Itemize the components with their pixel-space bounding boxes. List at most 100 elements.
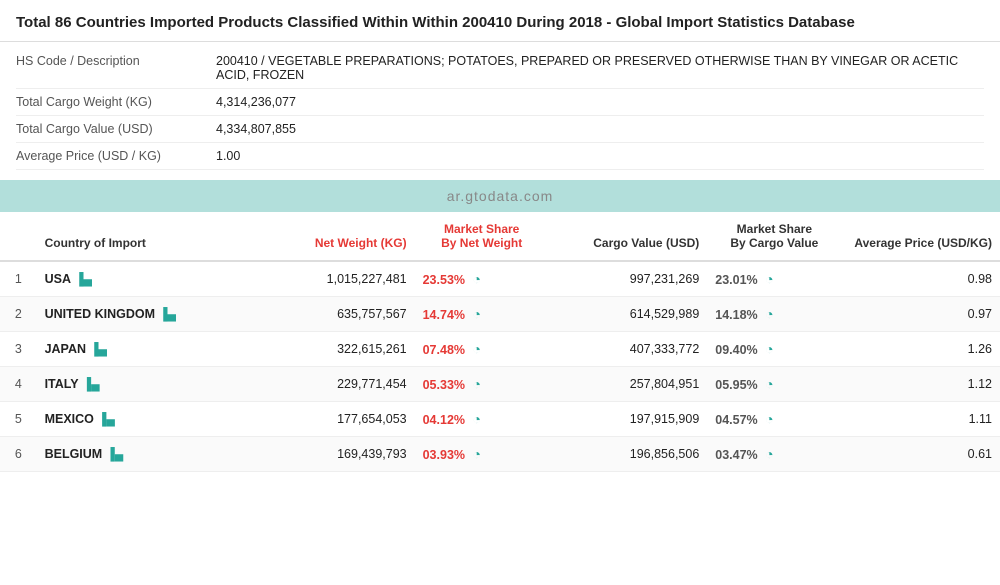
pie-chart-icon[interactable]: ◔ [473, 446, 481, 462]
market-share-weight-value: 14.74% [423, 308, 465, 322]
header-section: Total 86 Countries Imported Products Cla… [0, 0, 1000, 42]
bar-chart-icon[interactable]: ▐▄ [159, 307, 176, 321]
row-rank: 5 [0, 402, 37, 437]
net-weight-value: 177,654,053 [244, 402, 415, 437]
row-rank: 1 [0, 261, 37, 297]
title-prefix: Total 86 Countries Imported Products Cla… [16, 14, 602, 31]
pie-chart-icon-2[interactable]: ◔ [765, 341, 773, 357]
country-name: JAPAN [45, 342, 86, 356]
market-share-weight-value: 04.12% [423, 413, 465, 427]
pie-chart-icon-2[interactable]: ◔ [765, 376, 773, 392]
info-section: HS Code / Description 200410 / VEGETABLE… [0, 42, 1000, 180]
bar-chart-icon[interactable]: ▐▄ [83, 377, 100, 391]
avg-price-value: 0.61 [841, 437, 1000, 472]
net-weight-value: 229,771,454 [244, 367, 415, 402]
net-weight-value: 169,439,793 [244, 437, 415, 472]
market-share-value-value: 09.40% [715, 343, 757, 357]
row-rank: 6 [0, 437, 37, 472]
market-share-value-cell: 05.95% ◔ [707, 367, 841, 402]
country-name: BELGIUM [45, 447, 103, 461]
weight-row: Total Cargo Weight (KG) 4,314,236,077 [16, 89, 984, 116]
market-share-value-cell: 03.47% ◔ [707, 437, 841, 472]
pie-chart-icon-2[interactable]: ◔ [765, 306, 773, 322]
cargo-value-value: 197,915,909 [549, 402, 708, 437]
page-title: Total 86 Countries Imported Products Cla… [16, 12, 984, 33]
table-row: 4 ITALY ▐▄ 229,771,454 05.33% ◔ 257,804,… [0, 367, 1000, 402]
country-name: MEXICO [45, 412, 94, 426]
row-country: BELGIUM ▐▄ [37, 437, 244, 472]
pie-chart-icon-2[interactable]: ◔ [765, 446, 773, 462]
cargo-value-value: 614,529,989 [549, 297, 708, 332]
value-value: 4,334,807,855 [216, 122, 296, 136]
row-rank: 2 [0, 297, 37, 332]
table-row: 6 BELGIUM ▐▄ 169,439,793 03.93% ◔ 196,85… [0, 437, 1000, 472]
market-share-value-cell: 04.57% ◔ [707, 402, 841, 437]
market-share-value-value: 04.57% [715, 413, 757, 427]
avg-price-value: 1.00 [216, 149, 240, 163]
market-share-value-value: 14.18% [715, 308, 757, 322]
table-row: 2 UNITED KINGDOM ▐▄ 635,757,567 14.74% ◔… [0, 297, 1000, 332]
bar-chart-icon[interactable]: ▐▄ [90, 342, 107, 356]
pie-chart-icon[interactable]: ◔ [473, 341, 481, 357]
market-share-weight-cell: 07.48% ◔ [415, 332, 549, 367]
cargo-value-value: 997,231,269 [549, 261, 708, 297]
net-weight-value: 322,615,261 [244, 332, 415, 367]
row-rank: 4 [0, 367, 37, 402]
data-table-container: Country of Import Net Weight (KG) Market… [0, 212, 1000, 472]
hs-code-label: HS Code / Description [16, 54, 216, 68]
pie-chart-icon[interactable]: ◔ [473, 376, 481, 392]
net-weight-value: 1,015,227,481 [244, 261, 415, 297]
avg-price-value: 1.26 [841, 332, 1000, 367]
market-share-weight-value: 05.33% [423, 378, 465, 392]
value-row: Total Cargo Value (USD) 4,334,807,855 [16, 116, 984, 143]
market-share-weight-value: 07.48% [423, 343, 465, 357]
watermark-band: ar.gtodata.com [0, 180, 1000, 212]
table-row: 5 MEXICO ▐▄ 177,654,053 04.12% ◔ 197,915… [0, 402, 1000, 437]
market-share-value-cell: 14.18% ◔ [707, 297, 841, 332]
row-country: MEXICO ▐▄ [37, 402, 244, 437]
market-share-value-value: 05.95% [715, 378, 757, 392]
market-share-weight-value: 03.93% [423, 448, 465, 462]
avg-price-value: 0.97 [841, 297, 1000, 332]
col-cargo-value: Cargo Value (USD) [549, 212, 708, 261]
row-country: UNITED KINGDOM ▐▄ [37, 297, 244, 332]
market-share-weight-cell: 03.93% ◔ [415, 437, 549, 472]
table-header-row: Country of Import Net Weight (KG) Market… [0, 212, 1000, 261]
import-table: Country of Import Net Weight (KG) Market… [0, 212, 1000, 472]
title-suffix: - Global Import Statistics Database [602, 14, 855, 31]
market-share-value-value: 03.47% [715, 448, 757, 462]
pie-chart-icon-2[interactable]: ◔ [765, 411, 773, 427]
market-share-value-value: 23.01% [715, 273, 757, 287]
pie-chart-icon[interactable]: ◔ [473, 306, 481, 322]
avg-price-value: 1.12 [841, 367, 1000, 402]
pie-chart-icon[interactable]: ◔ [473, 411, 481, 427]
col-country: Country of Import [37, 212, 244, 261]
bar-chart-icon[interactable]: ▐▄ [98, 412, 115, 426]
col-net-weight: Net Weight (KG) [244, 212, 415, 261]
hs-code-value: 200410 / VEGETABLE PREPARATIONS; POTATOE… [216, 54, 984, 82]
row-country: ITALY ▐▄ [37, 367, 244, 402]
avg-price-value: 0.98 [841, 261, 1000, 297]
market-share-value-cell: 09.40% ◔ [707, 332, 841, 367]
market-share-value-cell: 23.01% ◔ [707, 261, 841, 297]
table-row: 1 USA ▐▄ 1,015,227,481 23.53% ◔ 997,231,… [0, 261, 1000, 297]
cargo-value-value: 257,804,951 [549, 367, 708, 402]
col-market-share-value: Market ShareBy Cargo Value [707, 212, 841, 261]
market-share-weight-cell: 05.33% ◔ [415, 367, 549, 402]
hs-code-row: HS Code / Description 200410 / VEGETABLE… [16, 48, 984, 89]
avg-price-row: Average Price (USD / KG) 1.00 [16, 143, 984, 170]
pie-chart-icon[interactable]: ◔ [473, 271, 481, 287]
market-share-weight-value: 23.53% [423, 273, 465, 287]
avg-price-value: 1.11 [841, 402, 1000, 437]
bar-chart-icon[interactable]: ▐▄ [75, 272, 92, 286]
market-share-weight-cell: 14.74% ◔ [415, 297, 549, 332]
value-label: Total Cargo Value (USD) [16, 122, 216, 136]
col-avg-price: Average Price (USD/KG) [841, 212, 1000, 261]
avg-price-label: Average Price (USD / KG) [16, 149, 216, 163]
country-name: USA [45, 272, 71, 286]
row-rank: 3 [0, 332, 37, 367]
pie-chart-icon-2[interactable]: ◔ [765, 271, 773, 287]
watermark-text: ar.gtodata.com [447, 188, 554, 204]
bar-chart-icon[interactable]: ▐▄ [106, 447, 123, 461]
row-country: JAPAN ▐▄ [37, 332, 244, 367]
